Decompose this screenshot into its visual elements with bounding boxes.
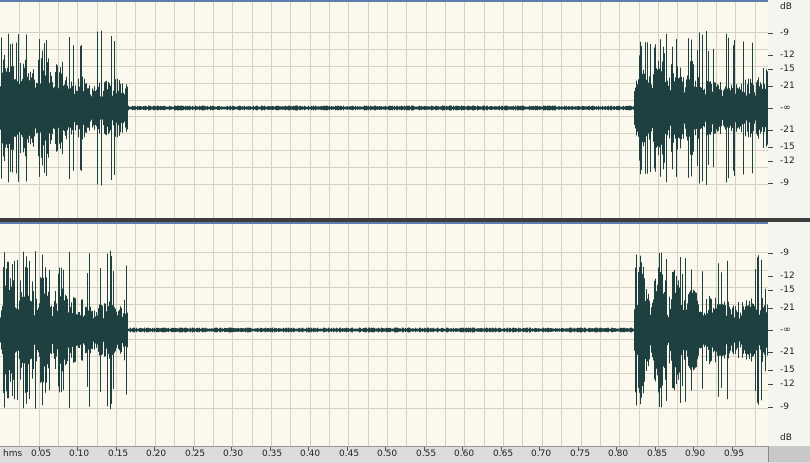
time-tick-label: 0.35: [262, 449, 283, 459]
db-tick-label: -12: [780, 50, 795, 60]
time-tick-label: 0.45: [339, 449, 360, 459]
channel-2-waveform: [0, 222, 768, 446]
channel-2-waveform-track[interactable]: [0, 222, 768, 446]
time-tick-label: 0.85: [647, 449, 668, 459]
db-tick-label: -9: [780, 402, 789, 412]
time-tick-label: 0.75: [570, 449, 591, 459]
waveform-path: [0, 30, 768, 186]
db-tick: [768, 352, 773, 353]
channel-1-waveform: [0, 0, 768, 218]
db-tick-label: -12: [780, 379, 795, 389]
db-tick: [768, 253, 773, 254]
time-tick-label: 0.95: [724, 449, 745, 459]
channel-1-top-border: [0, 0, 768, 2]
time-tick-label: 0.60: [454, 449, 475, 459]
time-tick-label: 0.40: [300, 449, 321, 459]
db-tick: [768, 384, 773, 385]
db-tick-label: -15: [780, 285, 795, 295]
db-tick-label: -21: [780, 347, 795, 357]
db-tick-label: -21: [780, 303, 795, 313]
db-tick: [768, 183, 773, 184]
time-tick-label: 0.70: [531, 449, 552, 459]
db-unit-label: dB: [780, 2, 792, 12]
db-tick: [768, 69, 773, 70]
ruler-corner: [768, 446, 810, 462]
db-tick: [768, 147, 773, 148]
waveform-path: [0, 250, 768, 410]
db-tick-label: -15: [780, 142, 795, 152]
db-tick: [768, 370, 773, 371]
db-tick-label: -9: [780, 248, 789, 258]
db-tick-label: -∞: [780, 325, 791, 335]
db-tick: [768, 108, 773, 109]
db-tick: [768, 161, 773, 162]
channel-2-db-ruler: dB -9 -12 -15 -21 -∞ -21 -15 -12 -9: [768, 222, 810, 446]
db-tick: [768, 308, 773, 309]
db-tick-label: -21: [780, 125, 795, 135]
time-tick-label: 0.80: [608, 449, 629, 459]
db-tick-label: -12: [780, 271, 795, 281]
db-tick: [768, 86, 773, 87]
time-tick-label: 0.15: [108, 449, 129, 459]
db-tick-label: -9: [780, 178, 789, 188]
db-tick: [768, 330, 773, 331]
time-tick-label: 0.30: [223, 449, 244, 459]
time-tick-label: 0.90: [685, 449, 706, 459]
time-tick-label: 0.50: [377, 449, 398, 459]
time-tick-label: 0.55: [416, 449, 437, 459]
db-tick-label: -9: [780, 28, 789, 38]
db-tick-label: -15: [780, 64, 795, 74]
time-tick-label: 0.65: [493, 449, 514, 459]
db-tick-label: -21: [780, 81, 795, 91]
db-tick: [768, 407, 773, 408]
time-tick-label: 0.20: [146, 449, 167, 459]
channel-1-waveform-track[interactable]: [0, 0, 768, 218]
db-tick-label: -∞: [780, 103, 791, 113]
db-tick-label: -15: [780, 365, 795, 375]
time-unit-label: hms: [3, 449, 23, 459]
db-tick: [768, 290, 773, 291]
time-tick-label: 0.25: [185, 449, 206, 459]
db-unit-label: dB: [780, 433, 792, 443]
db-tick: [768, 130, 773, 131]
db-tick: [768, 276, 773, 277]
time-tick-label: 0.05: [31, 449, 52, 459]
time-tick-label: 0.10: [69, 449, 90, 459]
db-tick: [768, 55, 773, 56]
db-tick-label: -12: [780, 156, 795, 166]
db-tick: [768, 33, 773, 34]
channel-1-db-ruler: dB -9 -12 -15 -21 -∞ -21 -15 -12 -9: [768, 0, 810, 218]
channel-2-top-border: [0, 222, 768, 224]
time-ruler[interactable]: hms 0.05 0.10 0.15 0.20 0.25 0.30 0.35 0.40 0.45…: [0, 446, 810, 463]
